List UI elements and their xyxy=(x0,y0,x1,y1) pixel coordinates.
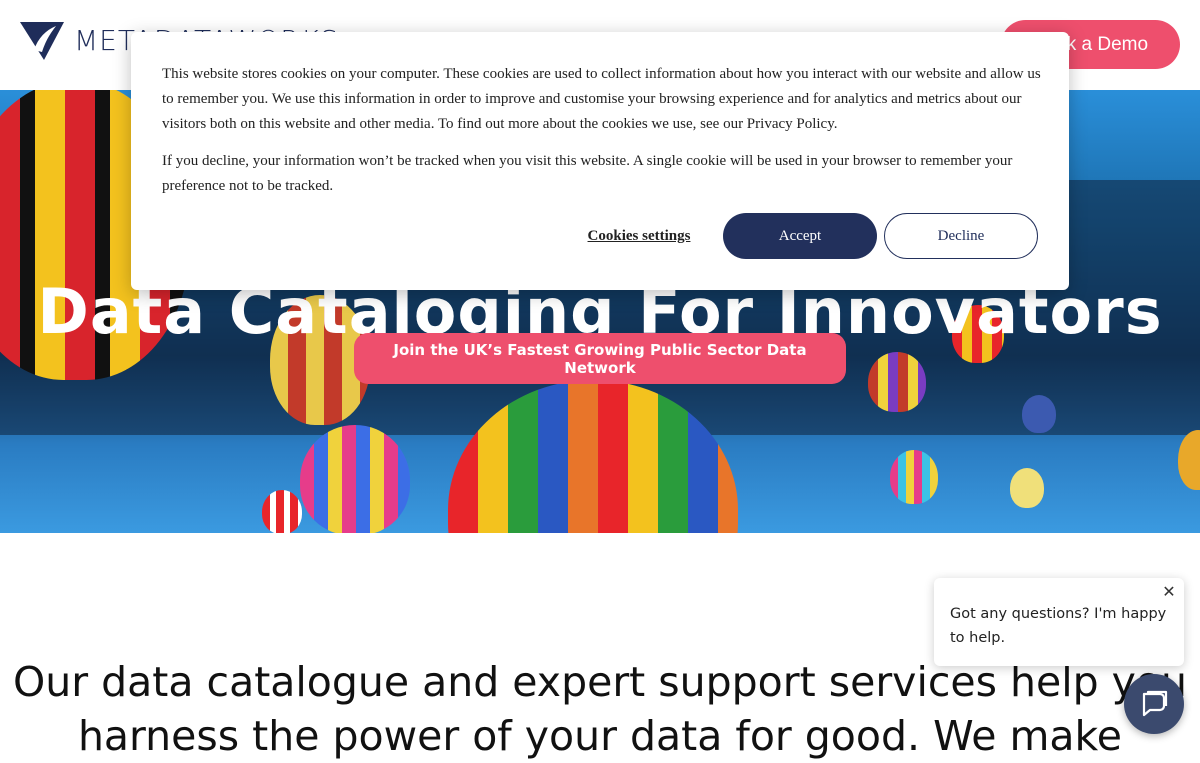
chat-bubble: ✕ Got any questions? I'm happy to help. xyxy=(934,578,1184,666)
intro-text: Our data catalogue and expert support se… xyxy=(13,658,1187,760)
cookies-settings-button[interactable]: Cookies settings xyxy=(577,213,701,259)
balloon-image xyxy=(262,490,302,533)
decline-button[interactable]: Decline xyxy=(884,213,1038,259)
close-icon[interactable]: ✕ xyxy=(1161,584,1177,600)
logo-mark-icon xyxy=(20,22,64,60)
cookie-text-paragraph1: This website stores cookies on your comp… xyxy=(162,66,1041,132)
chat-launcher-button[interactable] xyxy=(1124,674,1184,734)
balloon-image xyxy=(300,425,410,533)
balloon-image xyxy=(868,352,926,412)
accept-button[interactable]: Accept xyxy=(723,213,877,259)
chat-icon xyxy=(1142,690,1168,717)
join-network-button[interactable]: Join the UK’s Fastest Growing Public Sec… xyxy=(354,333,846,384)
cookie-text-paragraph2: If you decline, your information won’t b… xyxy=(162,153,1013,194)
cookie-banner: This website stores cookies on your comp… xyxy=(131,32,1069,290)
chat-message: Got any questions? I'm happy to help. xyxy=(950,606,1167,646)
balloon-image xyxy=(1178,430,1200,490)
balloon-image xyxy=(1010,468,1044,508)
balloon-image xyxy=(890,450,938,504)
balloon-image xyxy=(1022,395,1056,433)
